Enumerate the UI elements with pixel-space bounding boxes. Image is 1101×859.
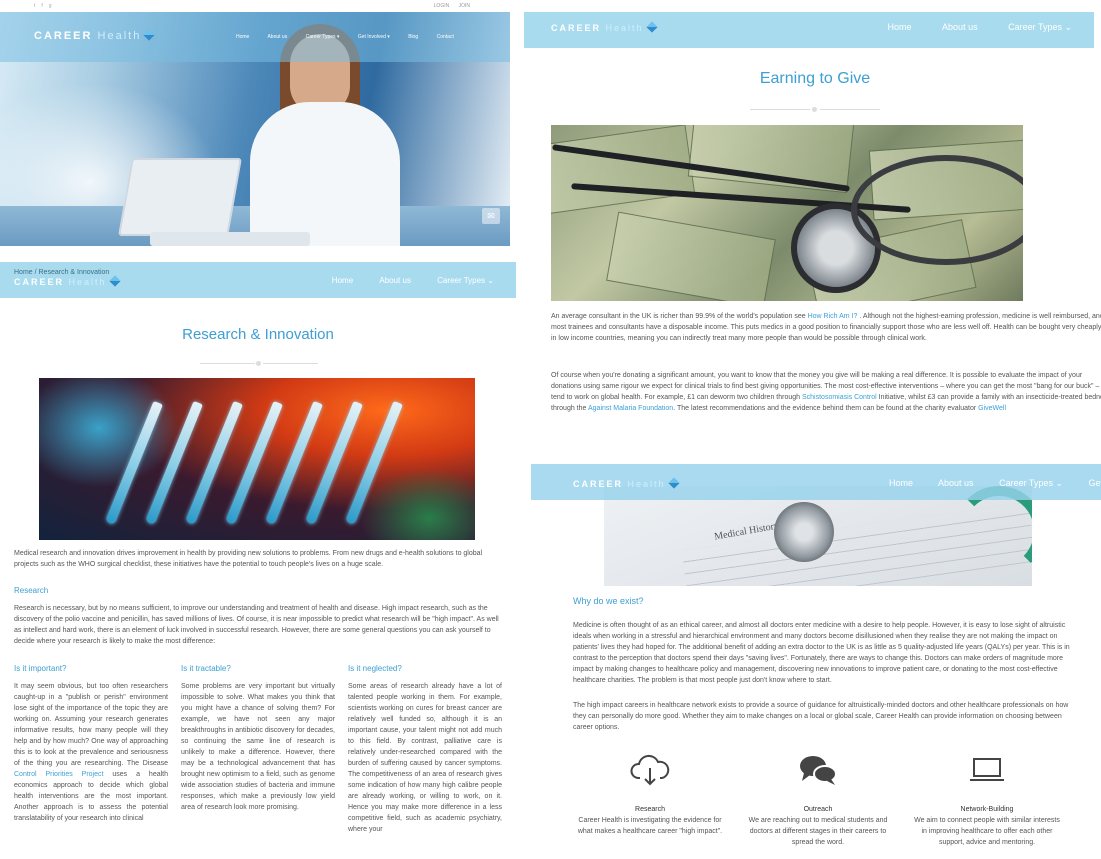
why-navbar: CAREER Health Home About us Career Types… [531,464,1101,500]
against-malaria-link[interactable]: Against Malaria Foundation [588,405,673,412]
why-panel: Medical History CAREER Health Home About… [531,460,1101,859]
logo-cube-icon [645,21,658,33]
research-navbar: Home / Research & Innovation CAREER Heal… [0,262,516,298]
nav-about[interactable]: About us [942,22,978,32]
site-logo[interactable]: CAREER Health [551,21,658,33]
page-title: Research & Innovation [182,326,334,343]
breadcrumb[interactable]: Home / Research & Innovation [14,269,109,276]
social-links: tfg [34,3,58,9]
hero-panel: tfg LOGIN JOIN ✉ CAREER Health Home Abou… [0,0,510,246]
nav-home[interactable]: Home [332,276,353,285]
nav-contact[interactable]: Contact [437,34,454,40]
nav-get-involved[interactable]: Get Involved ▾ [358,34,390,40]
research-panel: Home / Research & Innovation CAREER Heal… [0,258,516,859]
question-text: It may seem obvious, but too often resea… [14,683,169,822]
question-heading: Is it important? [14,664,67,673]
nav-home[interactable]: Home [889,478,913,488]
nav-get-involved[interactable]: Get In [1089,478,1101,488]
question-text: Some areas of research already have a lo… [348,683,502,833]
chat-bubbles-icon [743,752,893,788]
feature-title: Research [635,806,665,813]
feature-research: Research Career Health is investigating … [575,752,725,837]
feature-title: Outreach [803,806,833,813]
site-logo[interactable]: CAREER Health [14,275,121,287]
site-logo[interactable]: CAREER Health [573,477,680,489]
research-nav: Home About us Career Types ⌄ [308,276,494,285]
earning-panel: CAREER Health Home About us Career Types… [524,0,1101,440]
schistosomiasis-link[interactable]: Schistosomiasis Control [802,394,877,401]
nav-career-types[interactable]: Career Types ▾ [306,34,340,40]
question-text: Some problems are very important but vir… [181,683,335,811]
site-logo[interactable]: CAREER Health [34,29,155,42]
pipette-image [39,378,475,540]
page-title: Earning to Give [759,70,871,87]
nav-home[interactable]: Home [888,22,912,32]
why-paragraph-2: The high impact careers in healthcare ne… [573,702,1069,731]
title-divider [750,106,880,114]
why-paragraph-1: Medicine is often thought of as an ethic… [573,622,1070,684]
nav-blog[interactable]: Blog [408,34,418,40]
earning-paragraph-2: Of course when you're donating a signifi… [551,372,1101,412]
givewell-link[interactable]: GiveWell [978,405,1006,412]
why-nav: Home About us Career Types ⌄ Get In [889,478,1101,489]
nav-about[interactable]: About us [267,34,287,40]
hero-nav: Home About us Career Types ▾ Get Involve… [236,34,471,40]
question-column: Is it important? It may seem obvious, bu… [14,664,168,824]
question-column: Is it tractable? Some problems are very … [181,664,335,813]
googleplus-icon[interactable]: g [49,3,58,9]
why-heading: Why do we exist? [573,596,644,606]
how-rich-am-i-link[interactable]: How Rich Am I? [808,313,858,320]
nav-career-types[interactable]: Career Types ⌄ [437,276,494,285]
question-heading: Is it tractable? [181,664,231,673]
feature-outreach: Outreach We are reaching out to medical … [743,752,893,848]
feature-desc: We aim to connect people with similar in… [914,817,1060,846]
question-column: Is it neglected? Some areas of research … [348,664,502,835]
earning-paragraph-1: An average consultant in the UK is riche… [551,313,1101,342]
auth-links: LOGIN JOIN [426,3,470,9]
nav-about[interactable]: About us [379,276,411,285]
top-utility-bar: tfg LOGIN JOIN [0,0,510,12]
join-link[interactable]: JOIN [459,3,470,9]
intro-text: Medical research and innovation drives i… [14,550,483,568]
nav-home[interactable]: Home [236,34,249,40]
laptop-icon [912,752,1062,788]
medical-history-image: Medical History [604,486,1032,586]
earning-navbar: CAREER Health Home About us Career Types… [524,12,1094,48]
earning-nav: Home About us Career Types ⌄ [860,22,1072,33]
control-priorities-link[interactable]: Control Priorities Project [14,771,103,778]
feature-network: Network-Building We aim to connect peopl… [912,752,1062,848]
money-stethoscope-image [551,125,1023,301]
nav-about[interactable]: About us [938,478,974,488]
login-link[interactable]: LOGIN [434,3,450,9]
cloud-download-icon [575,752,725,788]
feature-desc: Career Health is investigating the evide… [577,817,723,835]
facebook-icon[interactable]: f [41,3,48,9]
nav-career-types[interactable]: Career Types ⌄ [999,478,1063,488]
nav-career-types[interactable]: Career Types ⌄ [1008,22,1072,32]
logo-cube-icon [667,477,680,489]
title-divider [200,360,318,368]
logo-cube-icon [108,275,121,287]
question-heading: Is it neglected? [348,664,402,673]
research-heading: Research [14,586,49,595]
mail-icon[interactable]: ✉ [482,208,500,224]
research-text: Research is necessary, but by no means s… [14,605,499,645]
feature-desc: We are reaching out to medical students … [748,817,888,846]
feature-title: Network-Building [960,806,1014,813]
logo-cube-icon [143,29,155,41]
